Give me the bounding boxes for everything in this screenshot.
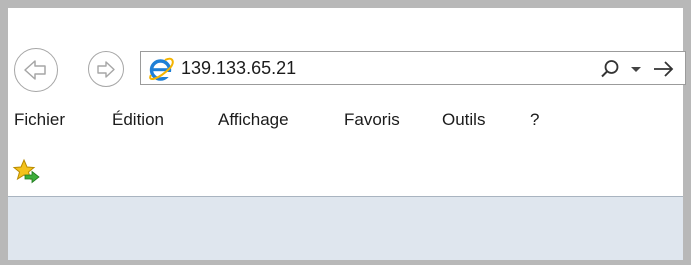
menu-bar: Fichier Édition Affichage Favoris Outils… bbox=[8, 104, 683, 138]
url-input[interactable] bbox=[181, 56, 561, 80]
ie-e-icon bbox=[149, 57, 174, 81]
back-button[interactable] bbox=[14, 48, 58, 92]
go-arrow-icon[interactable] bbox=[651, 59, 677, 79]
page-content-area bbox=[8, 197, 683, 260]
menu-item-outils[interactable]: Outils bbox=[442, 110, 485, 130]
dropdown-arrow-icon[interactable] bbox=[628, 60, 644, 78]
favorites-bar bbox=[8, 148, 683, 190]
menu-item-edition[interactable]: Édition bbox=[112, 110, 164, 130]
title-strip bbox=[8, 8, 683, 42]
add-favorite-icon[interactable] bbox=[12, 158, 42, 186]
menu-item-fichier[interactable]: Fichier bbox=[14, 110, 65, 130]
menu-item-favoris[interactable]: Favoris bbox=[344, 110, 400, 130]
search-icon[interactable] bbox=[599, 58, 621, 80]
address-bar[interactable] bbox=[140, 51, 686, 85]
menu-item-affichage[interactable]: Affichage bbox=[218, 110, 289, 130]
navigation-bar bbox=[8, 42, 686, 100]
forward-button[interactable] bbox=[88, 51, 124, 87]
back-arrow-icon bbox=[24, 60, 46, 80]
forward-arrow-icon bbox=[97, 61, 115, 78]
menu-item-help[interactable]: ? bbox=[530, 110, 539, 130]
